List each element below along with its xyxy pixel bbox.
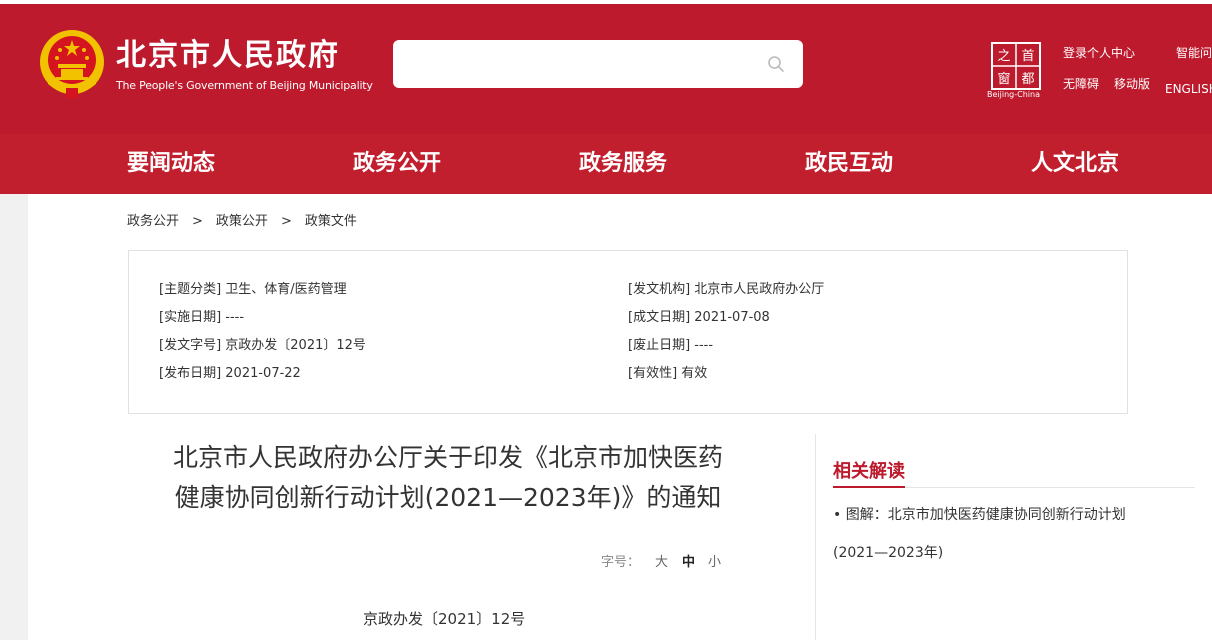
capital-logo-caption: Beijing-China	[987, 90, 1040, 99]
related-divider	[905, 487, 1195, 488]
font-size-large-button[interactable]: 大	[655, 554, 668, 572]
related-title: 相关解读	[833, 461, 905, 482]
breadcrumb-separator: >	[280, 214, 292, 229]
smart-qa-link[interactable]: 智能问	[1176, 45, 1212, 61]
english-link[interactable]: ENGLISH	[1165, 81, 1212, 97]
login-link[interactable]: 登录个人中心	[1063, 45, 1135, 61]
nav-item-gov-affairs[interactable]: 政务公开	[353, 150, 441, 178]
main-nav: 要闻动态 政务公开 政务服务 政民互动 人文北京	[0, 134, 1212, 194]
meta-written-date: [成文日期] 2021-07-08	[628, 310, 770, 325]
accessibility-link[interactable]: 无障碍	[1063, 76, 1099, 92]
meta-publish-date: [发布日期] 2021-07-22	[159, 366, 301, 381]
font-size-small-button[interactable]: 小	[708, 554, 721, 572]
article-title: 北京市人民政府办公厅关于印发《北京市加快医药 健康协同创新行动计划(2021—2…	[128, 438, 768, 518]
article-title-line: 健康协同创新行动计划(2021—2023年)》的通知	[174, 483, 722, 512]
site-subtitle[interactable]: The People's Government of Beijing Munic…	[116, 79, 373, 93]
font-size-label: 字号：	[601, 555, 641, 570]
capital-logo-char: 窗	[997, 71, 1010, 87]
search-icon[interactable]	[767, 55, 785, 73]
breadcrumb-item[interactable]: 政务公开	[127, 214, 179, 229]
national-emblem-icon[interactable]	[38, 28, 106, 100]
breadcrumb-item[interactable]: 政策公开	[216, 214, 268, 229]
related-link[interactable]: 图解：北京市加快医药健康协同创新行动计划(2021—2023年)	[833, 507, 1126, 561]
capital-logo-char: 之	[997, 49, 1010, 64]
nav-item-news[interactable]: 要闻动态	[127, 150, 215, 178]
capital-logo-char: 首	[1021, 49, 1034, 64]
meta-topic: [主题分类] 卫生、体育/医药管理	[159, 282, 347, 297]
document-meta-box	[128, 250, 1128, 414]
font-size-medium-button[interactable]: 中	[682, 554, 695, 572]
capital-logo-char: 都	[1021, 72, 1034, 87]
article-title-line: 北京市人民政府办公厅关于印发《北京市加快医药	[172, 443, 723, 472]
nav-item-culture[interactable]: 人文北京	[1031, 150, 1119, 178]
site-title[interactable]: 北京市人民政府	[116, 38, 340, 74]
meta-doc-number: [发文字号] 京政办发〔2021〕12号	[159, 338, 366, 353]
breadcrumb: 政务公开 > 政策公开 > 政策文件	[127, 213, 357, 231]
search-input[interactable]	[393, 40, 803, 88]
nav-item-interaction[interactable]: 政民互动	[805, 150, 893, 178]
related-list-item[interactable]: • 图解：北京市加快医药健康协同创新行动计划(2021—2023年)	[833, 496, 1133, 572]
breadcrumb-item[interactable]: 政策文件	[305, 214, 357, 229]
meta-expiry-date: [废止日期] ----	[628, 338, 714, 353]
mobile-version-link[interactable]: 移动版	[1114, 76, 1150, 92]
column-divider	[815, 434, 816, 640]
related-title-underline	[833, 486, 905, 488]
article-doc-number: 京政办发〔2021〕12号	[363, 610, 526, 628]
nav-item-gov-services[interactable]: 政务服务	[579, 150, 667, 178]
breadcrumb-separator: >	[192, 214, 203, 229]
meta-effective-date: [实施日期] ----	[159, 310, 245, 325]
meta-issuer: [发文机构] 北京市人民政府办公厅	[628, 282, 825, 297]
meta-validity: [有效性] 有效	[628, 366, 708, 381]
